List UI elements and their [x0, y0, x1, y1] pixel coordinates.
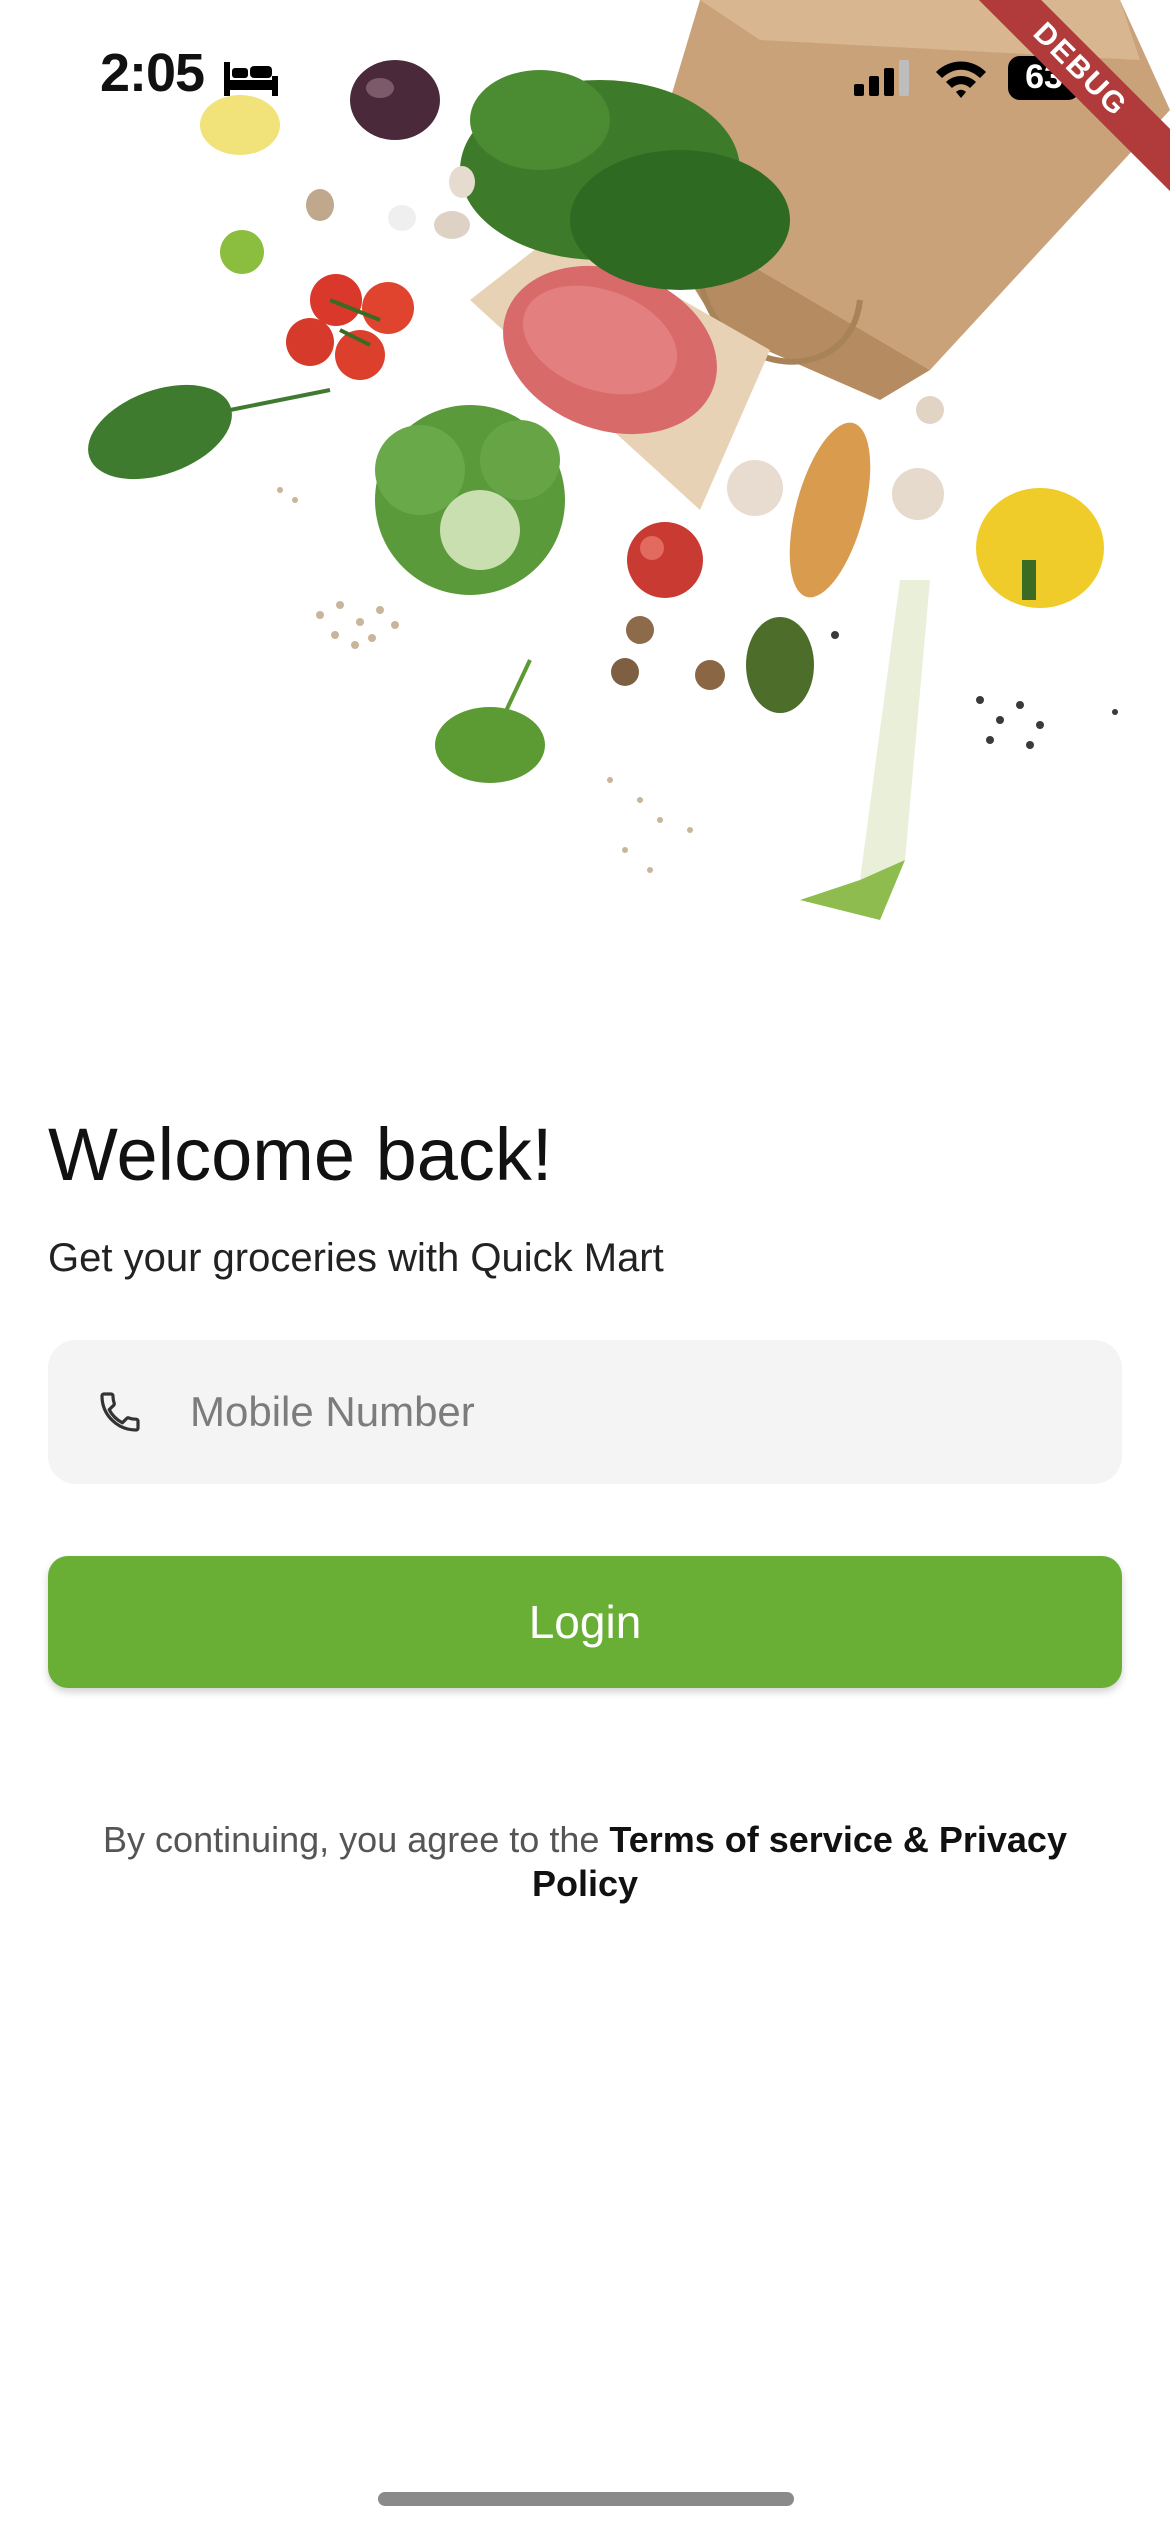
- phone-icon: [100, 1392, 140, 1432]
- terms-prefix: By continuing, you agree to the: [103, 1819, 610, 1860]
- login-button[interactable]: Login: [48, 1556, 1122, 1688]
- cellular-signal-icon: [854, 60, 909, 96]
- terms-privacy-link[interactable]: Terms of service & Privacy Policy: [532, 1819, 1067, 1904]
- terms-notice: By continuing, you agree to the Terms of…: [60, 1818, 1110, 1906]
- status-time: 2:05: [100, 43, 205, 103]
- debug-banner-label: DEBUG: [970, 0, 1170, 192]
- mobile-number-input[interactable]: [188, 1387, 1072, 1437]
- debug-banner: DEBUG: [970, 0, 1170, 200]
- login-screen: 2:05 63 DEBUG Welcome back! Get your gro…: [0, 0, 1170, 2532]
- mobile-number-field[interactable]: [48, 1340, 1122, 1484]
- bed-icon: [224, 62, 278, 96]
- welcome-title: Welcome back!: [48, 1113, 553, 1196]
- home-indicator[interactable]: [378, 2492, 794, 2506]
- welcome-subtitle: Get your groceries with Quick Mart: [48, 1236, 664, 1280]
